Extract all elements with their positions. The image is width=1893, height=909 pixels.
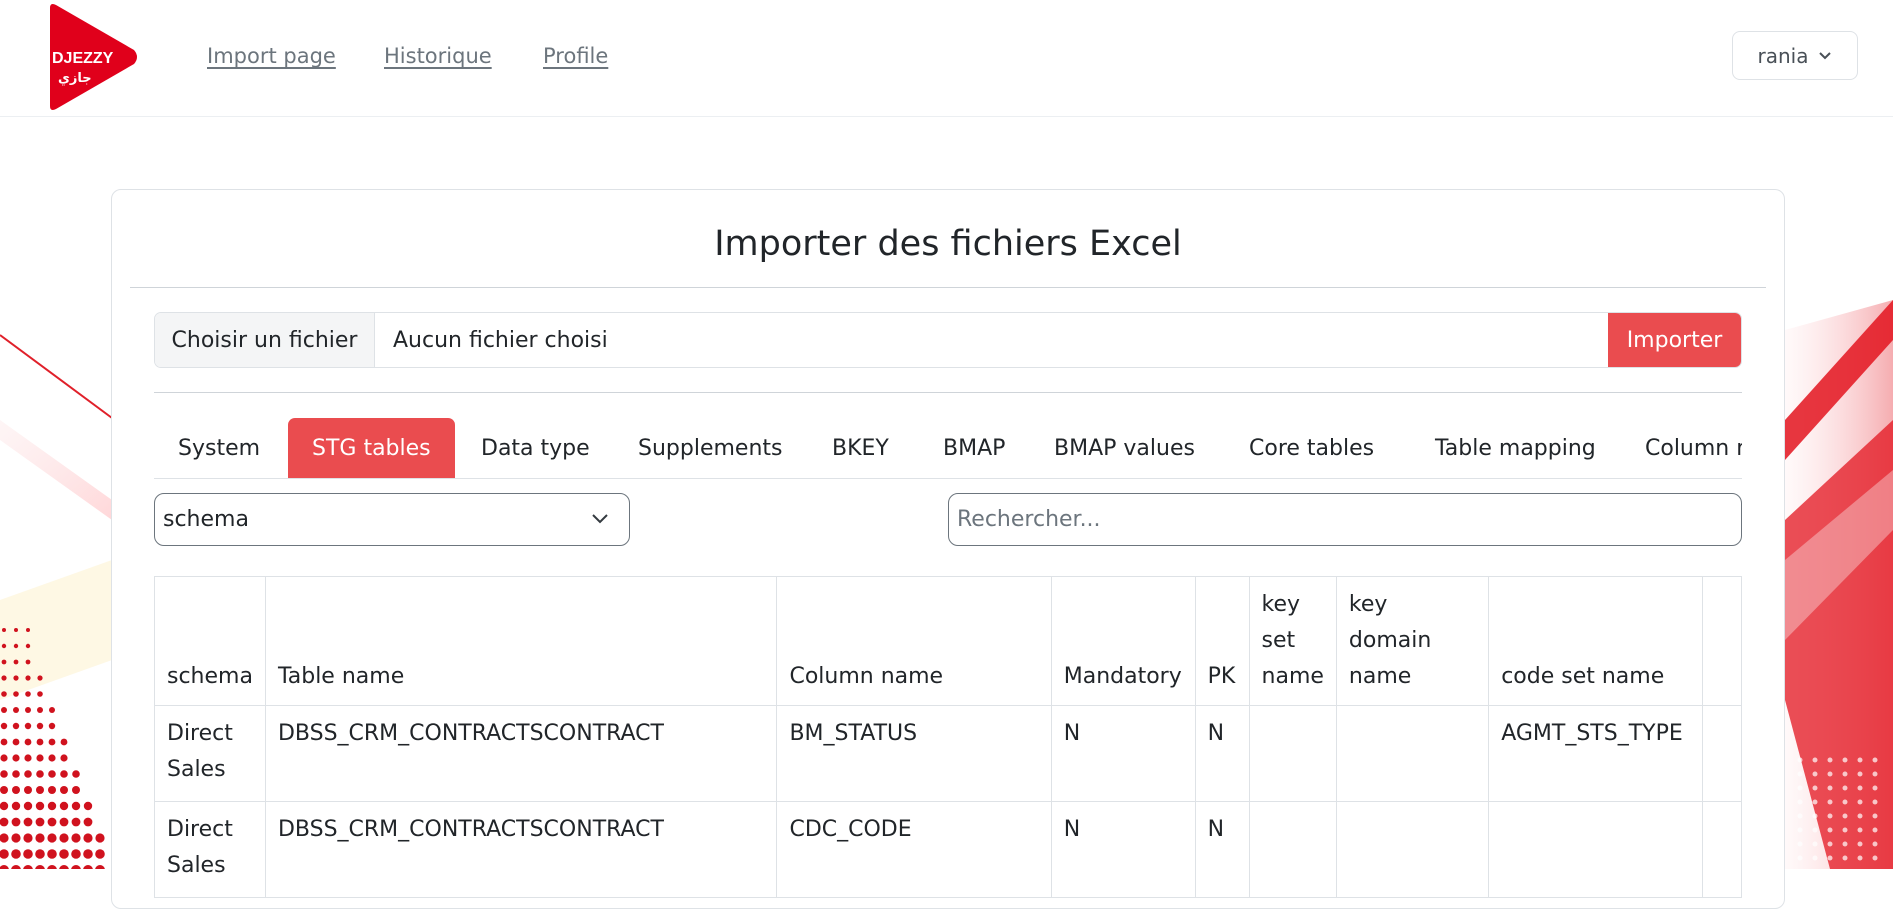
table-row[interactable]: Direct Sales DBSS_CRM_CONTRACTSCONTRACT … [154,801,1742,898]
tabs-underline [154,478,1742,479]
tab-system[interactable]: System [178,418,260,478]
table-cell: DBSS_CRM_CONTRACTSCONTRACT [264,705,778,802]
tab-data-type[interactable]: Data type [481,418,590,478]
nav-link-profile[interactable]: Profile [543,44,608,68]
column-header[interactable]: Table name [264,576,778,706]
table-cell: N [1050,801,1196,898]
tab-table-mapping[interactable]: Table mapping [1435,418,1596,478]
stg-table-container: schema Table name Column name Mandatory … [154,576,1742,908]
djezzy-logo[interactable]: DJEZZY جازي [44,2,140,112]
table-cell [1335,801,1490,898]
tab-supplements[interactable]: Supplements [638,418,782,478]
tab-column-mapping[interactable]: Column m [1645,418,1742,478]
table-cell: AGMT_STS_TYPE [1488,705,1704,802]
schema-select[interactable]: schema [154,493,630,546]
table-cell: CDC_CODE [776,801,1052,898]
table-cell [1248,705,1337,802]
table-cell [1488,801,1704,898]
chevron-down-icon [1819,51,1832,59]
table-header-row: schema Table name Column name Mandatory … [154,576,1742,706]
search-input[interactable]: Rechercher... [948,493,1742,546]
table-cell: Direct Sales [154,801,266,898]
table-cell: DBSS_CRM_CONTRACTSCONTRACT [264,801,778,898]
import-button[interactable]: Importer [1608,313,1741,367]
tab-bkey[interactable]: BKEY [832,418,889,478]
nav-link-import-page[interactable]: Import page [207,44,336,68]
column-header[interactable]: PK [1194,576,1250,706]
column-header[interactable]: code set name [1488,576,1704,706]
column-header[interactable]: Mandatory [1050,576,1196,706]
tab-bmap-values[interactable]: BMAP values [1054,418,1195,478]
section-divider [154,392,1742,393]
table-cell: N [1050,705,1196,802]
table-cell [1335,705,1490,802]
table-cell [1248,801,1337,898]
file-name-display[interactable]: Aucun fichier choisi [375,313,1608,367]
user-menu-button[interactable]: rania [1732,31,1858,80]
import-card: Importer des fichiers Excel Choisir un f… [111,189,1785,909]
file-input-group: Choisir un fichier Aucun fichier choisi … [154,312,1742,368]
table-cell: BM_STATUS [776,705,1052,802]
table-cell: Direct Sales [154,705,266,802]
column-header[interactable]: key domain name [1335,576,1490,706]
schema-select-value: schema [163,507,249,532]
stg-table: schema Table name Column name Mandatory … [154,576,1742,898]
user-name: rania [1757,43,1809,68]
tab-core-tables[interactable]: Core tables [1249,418,1374,478]
table-cell: N [1194,705,1250,802]
top-navbar: DJEZZY جازي Import page Historique Profi… [0,0,1893,117]
choose-file-button[interactable]: Choisir un fichier [155,313,375,367]
page-title: Importer des fichiers Excel [714,224,1182,264]
logo-brand-text: DJEZZY [52,50,114,67]
column-header[interactable]: Column name [776,576,1052,706]
nav-link-historique[interactable]: Historique [384,44,492,68]
chevron-down-icon [592,514,608,524]
tab-stg-tables[interactable]: STG tables [288,418,455,478]
column-header-overflow [1702,576,1742,706]
table-row[interactable]: Direct Sales DBSS_CRM_CONTRACTSCONTRACT … [154,705,1742,802]
column-header[interactable]: key set name [1248,576,1337,706]
table-cell: N [1194,801,1250,898]
tab-bar: System STG tables Data type Supplements … [154,418,1742,478]
title-divider [130,287,1766,288]
table-cell-overflow [1702,705,1742,802]
logo-arabic-text: جازي [58,71,92,86]
tab-bmap[interactable]: BMAP [943,418,1005,478]
column-header[interactable]: schema [154,576,266,706]
table-cell-overflow [1702,801,1742,898]
